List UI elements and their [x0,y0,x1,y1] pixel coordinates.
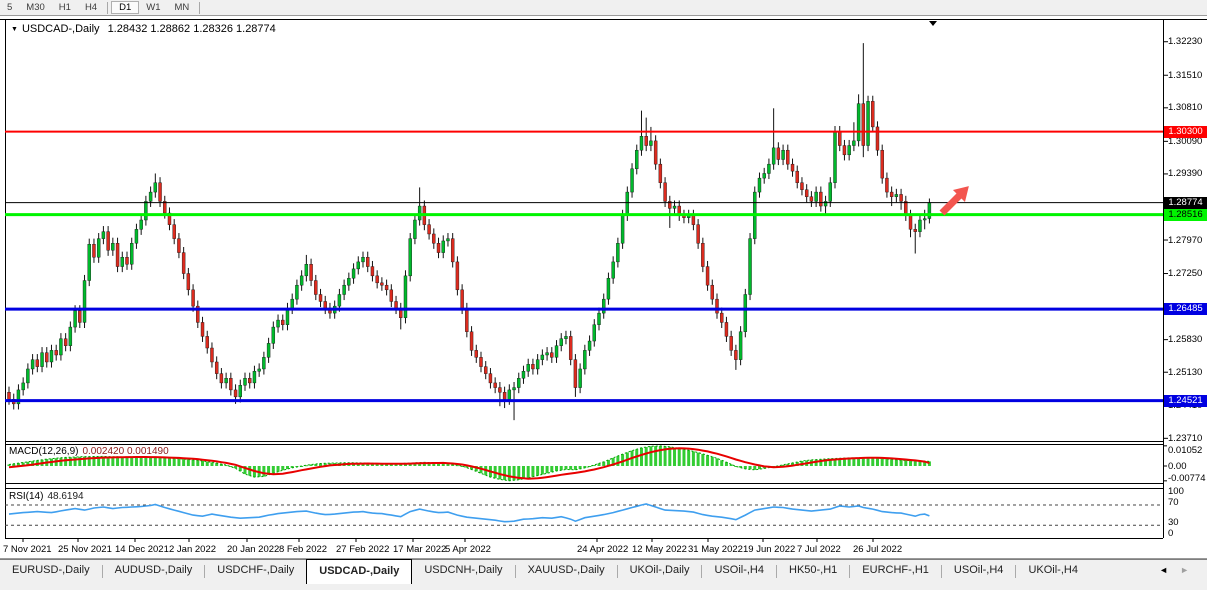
date-axis-label: 27 Feb 2022 [336,544,389,555]
price-axis-label: 1.23710 [1168,433,1202,444]
chart-ohlc-readout: 1.28432 1.28862 1.28326 1.28774 [108,23,276,35]
current-candle-marker-icon [929,21,937,26]
price-level-badge: 1.28516 [1164,209,1207,221]
date-axis-label: 5 Apr 2022 [445,544,491,555]
price-axis-label: 1.32230 [1168,36,1202,47]
rsi-axis-label: 100 [1168,486,1184,497]
price-level-badge: 1.26485 [1164,303,1207,315]
date-axis-label: 26 Jul 2022 [853,544,902,555]
macd-values: 0.002420 0.001490 [82,446,168,457]
macd-axis-label: 0.00 [1168,461,1187,472]
tab-eurchf-h1[interactable]: EURCHF-,H1 [850,560,941,583]
trading-terminal: 5M30H1H4D1W1MN ▼USDCAD-,Daily1.28432 1.2… [0,0,1207,590]
chart-title: ▼ USDCAD-,Daily 1.28432 1.28862 1.28326 1.… [11,23,276,35]
tab-usoil-h4[interactable]: USOil-,H4 [942,560,1016,583]
tab-scroll-right-icon[interactable]: ► [1180,565,1201,575]
price-axis-label: 1.27970 [1168,235,1202,246]
price-axis-label: 1.25130 [1168,367,1202,378]
tab-usdchf-daily[interactable]: USDCHF-,Daily [205,560,306,583]
price-axis-label: 1.27250 [1168,268,1202,279]
date-axis-label: 20 Jan 2022 [227,544,279,555]
date-axis-label: 8 Feb 2022 [279,544,327,555]
date-axis-label: 7 Jul 2022 [797,544,841,555]
date-axis-label: 25 Nov 2021 [58,544,112,555]
tab-usdcnh-daily[interactable]: USDCNH-,Daily [412,560,514,583]
date-axis-label: 24 Apr 2022 [577,544,628,555]
tab-hk50-h1[interactable]: HK50-,H1 [777,560,849,583]
tab-ukoil-daily[interactable]: UKOil-,Daily [618,560,702,583]
tab-scroll-arrows: ◄► [1159,565,1201,575]
date-axis-label: 12 May 2022 [632,544,687,555]
tab-xauusd-daily[interactable]: XAUUSD-,Daily [516,560,617,583]
rsi-axis-label: 30 [1168,517,1179,528]
macd-indicator-label: MACD(12,26,9)0.002420 0.001490 [9,446,169,457]
date-axis-label: 17 Mar 2022 [393,544,446,555]
price-axis-label: 1.31510 [1168,70,1202,81]
price-axis-label: 1.25830 [1168,334,1202,345]
date-axis-label: 31 May 2022 [688,544,743,555]
rsi-indicator-label: RSI(14)48.6194 [9,491,84,502]
macd-axis-label: -0.00774 [1168,473,1206,484]
price-axis-label: 1.29390 [1168,168,1202,179]
tab-usdcad-daily[interactable]: USDCAD-,Daily [306,559,412,584]
rsi-axis-label: 70 [1168,497,1179,508]
chart-tabs-bar: EURUSD-,DailyAUDUSD-,DailyUSDCHF-,DailyU… [0,559,1207,590]
chevron-down-icon[interactable]: ▼ [11,26,18,33]
price-level-badge: 1.30300 [1164,126,1207,138]
chart-symbol-label[interactable]: USDCAD-,Daily [22,23,100,35]
rsi-value: 48.6194 [47,491,83,502]
price-chart-canvas[interactable] [0,0,1207,590]
price-level-badge: 1.24521 [1164,395,1207,407]
date-axis-label: 19 Jun 2022 [743,544,795,555]
date-axis-label: 14 Dec 2021 [115,544,169,555]
price-axis-label: 1.30810 [1168,102,1202,113]
macd-axis-label: 0.01052 [1168,445,1202,456]
tab-ukoil-h4[interactable]: UKOil-,H4 [1016,560,1090,583]
rsi-axis-label: 0 [1168,528,1173,539]
price-level-badge: 1.28774 [1164,197,1207,209]
tab-usoil-h4[interactable]: USOil-,H4 [702,560,776,583]
tab-eurusd-daily[interactable]: EURUSD-,Daily [0,560,102,583]
date-axis-label: 2 Jan 2022 [169,544,216,555]
date-axis-label: 7 Nov 2021 [3,544,52,555]
tab-scroll-left-icon[interactable]: ◄ [1159,565,1180,575]
tab-audusd-daily[interactable]: AUDUSD-,Daily [103,560,205,583]
